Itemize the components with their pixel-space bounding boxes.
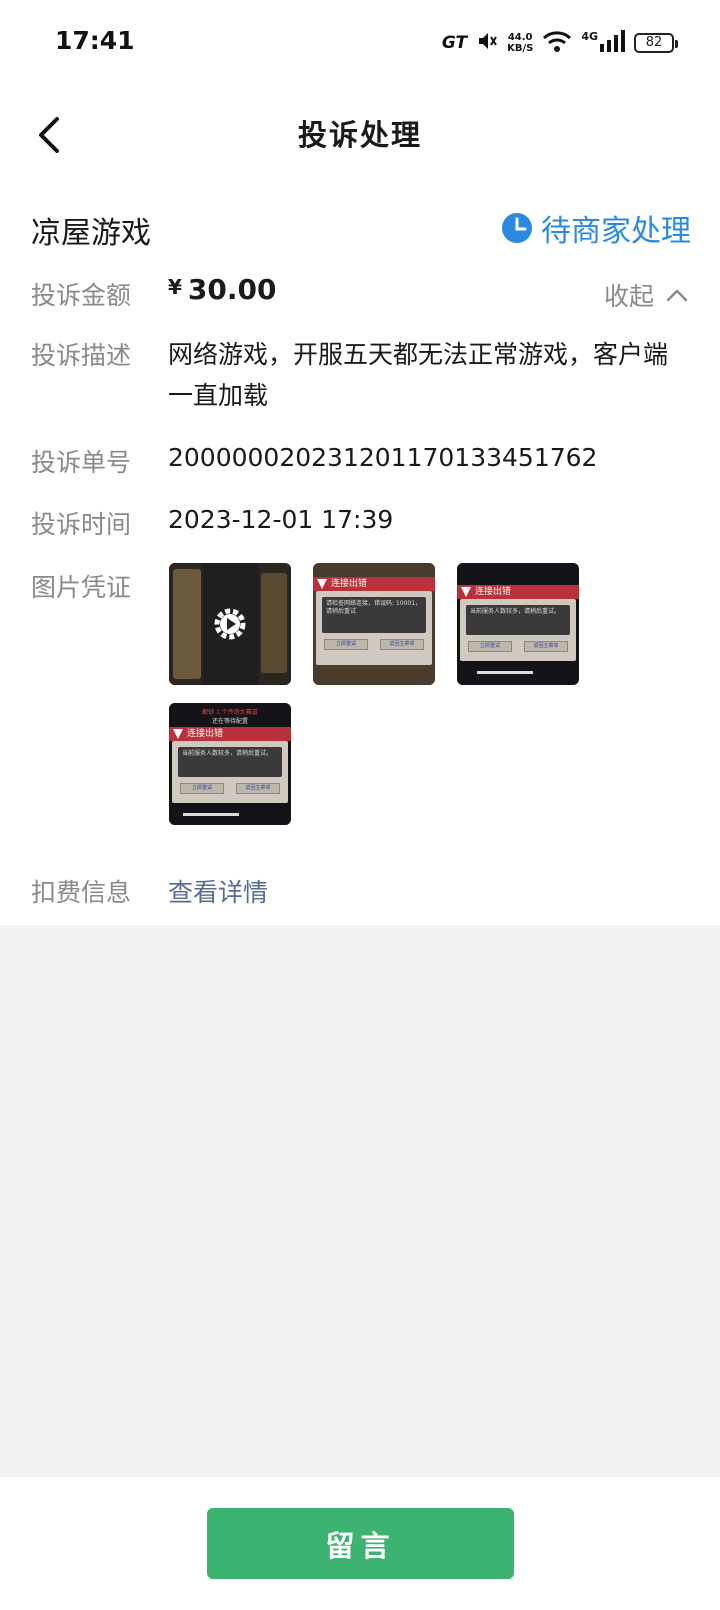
mute-icon (476, 30, 498, 56)
description-label: 投诉描述 (31, 341, 132, 370)
currency-symbol: ¥ (168, 275, 182, 299)
dialog-header: 连接出错 (169, 727, 291, 741)
status-text: 待商家处理 (541, 214, 691, 249)
leave-message-button[interactable]: 留言 (207, 1508, 514, 1579)
banner-text: 解锁 1 个传奇大赛道 (202, 709, 258, 716)
page-title: 投诉处理 (297, 118, 422, 152)
dialog-header: 连接出错 (457, 585, 579, 599)
status-time: 17:41 (55, 26, 135, 55)
dialog-title: 连接出错 (331, 579, 368, 589)
signal-icon (599, 30, 625, 56)
retry-button: 立即重试 (468, 641, 512, 652)
description-value: 网络游戏，开服五天都无法正常游戏，客户端一直加载 (168, 340, 669, 410)
amount-number: 30.00 (187, 273, 277, 306)
game-panel-left (173, 569, 201, 679)
thumbnail-background (169, 563, 291, 685)
network-type: 4G (581, 29, 598, 43)
order-number-value: 200000020231201170133451762 (168, 443, 598, 472)
thumbnail-background: 连接出错 请检查网络连接，错误码: 10001，请稍后重试 立即重试 返回主菜单 (313, 563, 435, 685)
dialog-title: 连接出错 (187, 729, 224, 739)
progress-bar (183, 813, 239, 816)
dialog-message: 请检查网络连接，错误码: 10001，请稍后重试 (322, 597, 426, 633)
evidence-label: 图片凭证 (31, 573, 132, 602)
dialog-title: 连接出错 (475, 587, 512, 597)
dialog-header: 连接出错 (313, 577, 435, 591)
status-icons: GT 44.0 KB/S 4G 82 (441, 28, 678, 58)
dialog-message: 当前服务人数较多，请稍后重试。 (466, 605, 570, 635)
home-button: 返回主菜单 (524, 641, 568, 652)
fee-details-link[interactable]: 查看详情 (168, 873, 268, 909)
dialog-body: 当前服务人数较多，请稍后重试。 立即重试 返回主菜单 (460, 599, 576, 661)
retry-button: 立即重试 (180, 783, 224, 794)
speed-unit: KB/S (507, 43, 534, 54)
network-speed: 44.0 KB/S (507, 32, 533, 54)
amount-value: ¥30.00 (168, 273, 277, 306)
collapse-label: 收起 (603, 282, 654, 311)
battery-icon: 82 (634, 33, 678, 53)
gt-mode-icon: GT (441, 33, 468, 53)
complaint-time-label: 投诉时间 (31, 510, 132, 539)
amount-label: 投诉金额 (31, 281, 132, 310)
chevron-up-icon (666, 289, 688, 302)
home-button: 返回主菜单 (236, 783, 280, 794)
dialog-message: 当前服务人数较多，请稍后重试。 (178, 747, 282, 777)
clock-icon (502, 213, 532, 243)
thumbnail-background: 连接出错 当前服务人数较多，请稍后重试。 立即重试 返回主菜单 (457, 563, 579, 685)
fee-info-label: 扣费信息 (31, 878, 132, 907)
game-panel-right (261, 573, 287, 673)
home-button: 返回主菜单 (380, 639, 424, 650)
dialog-body: 当前服务人数较多，请稍后重试。 立即重试 返回主菜单 (172, 741, 288, 803)
progress-bar (477, 671, 533, 674)
order-number-label: 投诉单号 (31, 448, 132, 477)
merchant-name: 凉屋游戏 (31, 216, 151, 251)
wifi-icon (542, 29, 572, 57)
speed-value: 44.0 (507, 32, 533, 43)
complaint-time-value: 2023-12-01 17:39 (168, 505, 394, 534)
collapse-button[interactable]: 收起 (604, 277, 688, 313)
evidence-thumbnail-video[interactable] (169, 563, 291, 685)
retry-button: 立即重试 (324, 639, 368, 650)
banner-subtext: 还在等待配置 (211, 718, 248, 725)
evidence-thumbnail-2[interactable]: 连接出错 请检查网络连接，错误码: 10001，请稍后重试 立即重试 返回主菜单 (313, 563, 435, 685)
thumbnail-background: 解锁 1 个传奇大赛道 还在等待配置 连接出错 当前服务人数较多，请稍后重试。 … (169, 703, 291, 825)
evidence-thumbnail-4[interactable]: 解锁 1 个传奇大赛道 还在等待配置 连接出错 当前服务人数较多，请稍后重试。 … (169, 703, 291, 825)
dialog-body: 请检查网络连接，错误码: 10001，请稍后重试 立即重试 返回主菜单 (316, 591, 432, 665)
complaint-status: 待商家处理 (501, 206, 691, 250)
play-gear-icon (214, 608, 246, 640)
evidence-thumbnail-3[interactable]: 连接出错 当前服务人数较多，请稍后重试。 立即重试 返回主菜单 (457, 563, 579, 685)
